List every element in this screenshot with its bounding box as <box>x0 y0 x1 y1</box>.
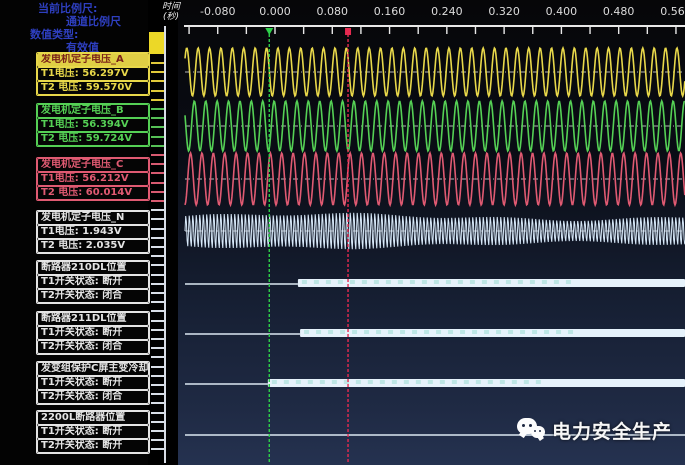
value-type-label: 数值类型: <box>0 28 148 41</box>
channel-value-row: T2开关状态: 闭合 <box>37 289 149 303</box>
channel-box-7[interactable]: 发变组保护C屏主变冷却器故障T1开关状态: 断开T2开关状态: 闭合 <box>36 361 150 405</box>
channel-label[interactable]: 2200L断路器位置 <box>37 411 149 425</box>
scrollbar-rung <box>151 145 164 147</box>
channel-box-2[interactable]: 发电机定子电压_BT1电压: 56.394VT2 电压: 59.724V <box>36 103 150 147</box>
scrollbar-rung <box>151 154 164 156</box>
scrollbar-rung <box>151 246 164 248</box>
scrollbar-rung <box>151 448 164 450</box>
scrollbar-rung <box>151 310 164 312</box>
scrollbar-rung <box>151 99 164 101</box>
scrollbar-rung <box>151 228 164 230</box>
scrollbar-rung <box>151 108 164 110</box>
channel-panel: 当前比例尺: 通道比例尺 数值类型: 有效值 发电机定子电压_AT1电压: 56… <box>0 0 148 465</box>
waveform-canvas[interactable] <box>178 0 685 465</box>
channel-label[interactable]: 发电机定子电压_N <box>37 211 149 225</box>
scrollbar-rung <box>151 347 164 349</box>
scrollbar-rung <box>151 274 164 276</box>
channel-value-row: T1电压: 1.943V <box>37 225 149 239</box>
channel-label[interactable]: 发变组保护C屏主变冷却器故障 <box>37 362 149 376</box>
channel-value-row: T1开关状态: 断开 <box>37 425 149 439</box>
scrollbar-rung <box>151 237 164 239</box>
scrollbar-rung <box>151 264 164 266</box>
scrollbar-rung <box>151 126 164 128</box>
channel-box-4[interactable]: 发电机定子电压_NT1电压: 1.943VT2 电压: 2.035V <box>36 210 150 254</box>
scrollbar-rung <box>151 384 164 386</box>
channel-box-5[interactable]: 断路器210DL位置T1开关状态: 断开T2开关状态: 闭合 <box>36 260 150 304</box>
channel-value-row: T1开关状态: 断开 <box>37 275 149 289</box>
channel-label[interactable]: 断路器210DL位置 <box>37 261 149 275</box>
scale-info: 当前比例尺: 通道比例尺 数值类型: 有效值 <box>0 2 148 54</box>
channel-box-3[interactable]: 发电机定子电压_CT1电压: 56.212VT2 电压: 60.014V <box>36 157 150 201</box>
channel-value-row: T1电压: 56.394V <box>37 118 149 132</box>
scrollbar-rung <box>151 191 164 193</box>
watermark-text: 电力安全生产 <box>552 417 672 444</box>
scrollbar-spine <box>164 26 166 463</box>
scrollbar-rung <box>151 283 164 285</box>
channel-value-row: T1电压: 56.297V <box>37 67 149 81</box>
scrollbar-rung <box>151 117 164 119</box>
channel-box-8[interactable]: 2200L断路器位置T1开关状态: 断开T2开关状态: 断开 <box>36 410 150 454</box>
channel-value-row: T2 电压: 59.724V <box>37 132 149 146</box>
scrollbar-rung <box>151 182 164 184</box>
channel-value-row: T1开关状态: 断开 <box>37 326 149 340</box>
scrollbar-rung <box>151 412 164 414</box>
scrollbar-rung <box>151 163 164 165</box>
scale-item-channel-scale[interactable]: 通道比例尺 <box>0 15 148 28</box>
digital-trace-1 <box>298 279 685 287</box>
channel-value-row: T2开关状态: 闭合 <box>37 340 149 354</box>
channel-scrollbar[interactable] <box>148 0 166 465</box>
scrollbar-rung <box>151 80 164 82</box>
channel-value-row: T2 电压: 60.014V <box>37 186 149 200</box>
scrollbar-rung <box>151 90 164 92</box>
scrollbar-rung <box>151 209 164 211</box>
channel-label[interactable]: 断路器211DL位置 <box>37 312 149 326</box>
scrollbar-rung <box>151 356 164 358</box>
scrollbar-rung <box>151 172 164 174</box>
channel-box-1[interactable]: 发电机定子电压_AT1电压: 56.297VT2 电压: 59.570V <box>36 52 150 96</box>
scrollbar-rung <box>151 292 164 294</box>
cursor-t1-handle <box>265 28 273 35</box>
scrollbar-rung <box>151 255 164 257</box>
digital-trace-2 <box>300 329 685 337</box>
channel-value-row: T2开关状态: 断开 <box>37 439 149 453</box>
scale-title: 当前比例尺: <box>0 2 148 15</box>
scrollbar-rung <box>151 338 164 340</box>
scrollbar-rung <box>151 430 164 432</box>
scrollbar-thumb[interactable] <box>149 32 164 54</box>
channel-value-row: T2开关状态: 闭合 <box>37 390 149 404</box>
scrollbar-rung <box>151 375 164 377</box>
channel-label[interactable]: 发电机定子电压_A <box>37 53 149 67</box>
cursor-t2-handle <box>345 28 351 35</box>
scrollbar-rung <box>151 366 164 368</box>
channel-value-row: T1电压: 56.212V <box>37 172 149 186</box>
scrollbar-rung <box>151 439 164 441</box>
scrollbar-rung <box>151 329 164 331</box>
scrollbar-rung <box>151 421 164 423</box>
scrollbar-rung <box>151 71 164 73</box>
scrollbar-rung <box>151 136 164 138</box>
waveform-plot[interactable]: -0.0800.0000.0800.1600.2400.3200.4000.48… <box>178 0 685 465</box>
scrollbar-rung <box>151 301 164 303</box>
channel-value-row: T1开关状态: 断开 <box>37 376 149 390</box>
scrollbar-rung <box>151 320 164 322</box>
watermark: 电力安全生产 <box>516 415 672 445</box>
scrollbar-rung <box>151 402 164 404</box>
scrollbar-rung <box>151 200 164 202</box>
channel-value-row: T2 电压: 2.035V <box>37 239 149 253</box>
wechat-icon <box>516 415 548 445</box>
scrollbar-rung <box>151 218 164 220</box>
oscillograph-app: 当前比例尺: 通道比例尺 数值类型: 有效值 发电机定子电压_AT1电压: 56… <box>0 0 685 465</box>
channel-label[interactable]: 发电机定子电压_C <box>37 158 149 172</box>
scrollbar-rung <box>151 393 164 395</box>
analog-trace-4 <box>185 213 685 249</box>
scrollbar-rung <box>151 62 164 64</box>
channel-label[interactable]: 发电机定子电压_B <box>37 104 149 118</box>
channel-value-row: T2 电压: 59.570V <box>37 81 149 95</box>
time-axis-label: 时间(秒) <box>158 2 184 22</box>
channel-box-6[interactable]: 断路器211DL位置T1开关状态: 断开T2开关状态: 闭合 <box>36 311 150 355</box>
